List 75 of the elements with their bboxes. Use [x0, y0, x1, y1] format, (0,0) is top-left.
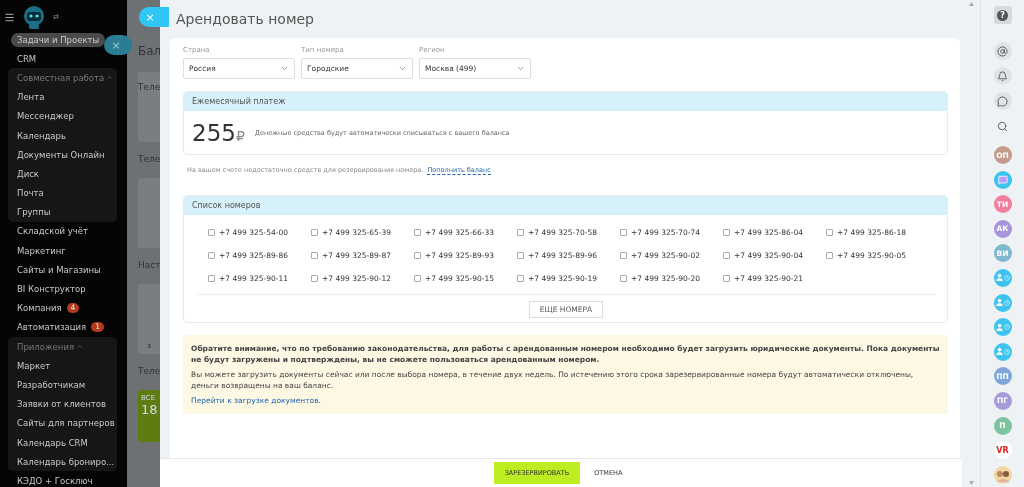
sidebar-item[interactable]: Календарь: [8, 125, 117, 146]
group-title[interactable]: Приложения: [8, 337, 117, 357]
chevron-up-icon: [76, 343, 84, 351]
user-clock-avatar[interactable]: [993, 318, 1012, 337]
checkbox[interactable]: [208, 275, 215, 282]
sidebar-item[interactable]: Сайты для партнеров: [8, 413, 117, 433]
sidebar-item[interactable]: Маркетинг: [17, 245, 66, 256]
menu-icon[interactable]: [4, 11, 15, 23]
box-heading: Ежемесячный платеж: [184, 92, 947, 111]
search-icon[interactable]: [997, 121, 1008, 132]
sidebar-item[interactable]: Группы: [8, 202, 117, 222]
notifications-button[interactable]: [993, 67, 1012, 85]
checkbox[interactable]: [620, 229, 627, 236]
sidebar-item[interactable]: Компания: [17, 303, 62, 314]
checkbox[interactable]: [517, 275, 524, 282]
checkbox[interactable]: [723, 275, 730, 282]
total-value: 18: [141, 402, 159, 417]
sidebar-item[interactable]: Документы Онлайн: [8, 145, 117, 165]
checkbox[interactable]: [311, 229, 318, 236]
chevron-up-icon: [106, 74, 114, 82]
sidebar-item[interactable]: Мессенджер: [8, 106, 117, 126]
checkbox[interactable]: [723, 229, 730, 236]
checkbox[interactable]: [311, 252, 318, 259]
checkbox[interactable]: [826, 229, 833, 236]
group-title[interactable]: Совместная работа: [8, 68, 117, 88]
page-title: Бал: [138, 44, 160, 60]
sidebar-item[interactable]: Календарь брониро...: [8, 452, 117, 472]
checkbox[interactable]: [208, 229, 215, 236]
sidebar-item[interactable]: Маркет: [8, 356, 117, 376]
sidebar-item[interactable]: Заявки от клиентов: [8, 394, 117, 414]
checkbox[interactable]: [620, 252, 627, 259]
scroll-down-icon[interactable]: [968, 481, 974, 485]
section-card: [138, 178, 160, 248]
checkbox[interactable]: [517, 252, 524, 259]
chevron-down-icon: [398, 64, 407, 73]
section-heading: Теле: [138, 366, 160, 378]
sidebar-item[interactable]: Задачи и Проекты: [11, 32, 106, 47]
checkbox[interactable]: [723, 252, 730, 259]
panel-title: Арендовать номер: [175, 10, 315, 29]
user-clock-avatar[interactable]: [993, 342, 1012, 361]
chevron-down-icon: [516, 64, 525, 73]
user-clock-avatar[interactable]: [993, 268, 1012, 287]
chevron-down-icon: [280, 64, 289, 73]
checkbox[interactable]: [620, 275, 627, 282]
sidebar-item[interactable]: Лента: [8, 87, 117, 107]
scroll-up-icon[interactable]: [968, 2, 974, 6]
sidebar-item[interactable]: Почта: [8, 183, 117, 203]
card-heading: Теле: [137, 82, 160, 92]
sidebar-item[interactable]: Календарь CRM: [8, 432, 117, 453]
company-logo[interactable]: VR: [993, 441, 1012, 460]
messages-button[interactable]: [993, 92, 1012, 110]
checkbox[interactable]: [414, 229, 421, 236]
sidebar-item[interactable]: Сайты и Магазины: [17, 264, 101, 275]
sidebar-item[interactable]: КЭДО + Госключ: [17, 475, 93, 486]
sidebar-item[interactable]: Диск: [8, 164, 117, 184]
user-clock-avatar[interactable]: [993, 293, 1012, 312]
sidebar-item[interactable]: BI Конструктор: [17, 284, 86, 295]
checkbox[interactable]: [208, 252, 215, 259]
price: 255₽: [192, 119, 245, 146]
robot-logo[interactable]: [21, 4, 47, 30]
at-sign-button[interactable]: [993, 42, 1012, 60]
section-heading: Наст: [138, 260, 160, 272]
sidebar-item[interactable]: Складской учёт: [17, 226, 89, 237]
section-heading: Теле: [138, 154, 160, 166]
checkbox[interactable]: [517, 229, 524, 236]
chat-avatar[interactable]: [993, 170, 1012, 189]
help-button[interactable]: ?: [993, 6, 1012, 24]
box-heading: Список номеров: [184, 196, 947, 215]
sidebar-item[interactable]: CRM: [17, 53, 37, 64]
checkbox[interactable]: [414, 252, 421, 259]
sidebar-item[interactable]: Разработчикам: [8, 375, 117, 395]
sidebar-item[interactable]: Автоматизация: [17, 322, 87, 333]
checkbox[interactable]: [311, 275, 318, 282]
checkbox[interactable]: [826, 252, 833, 259]
checkbox[interactable]: [414, 275, 421, 282]
